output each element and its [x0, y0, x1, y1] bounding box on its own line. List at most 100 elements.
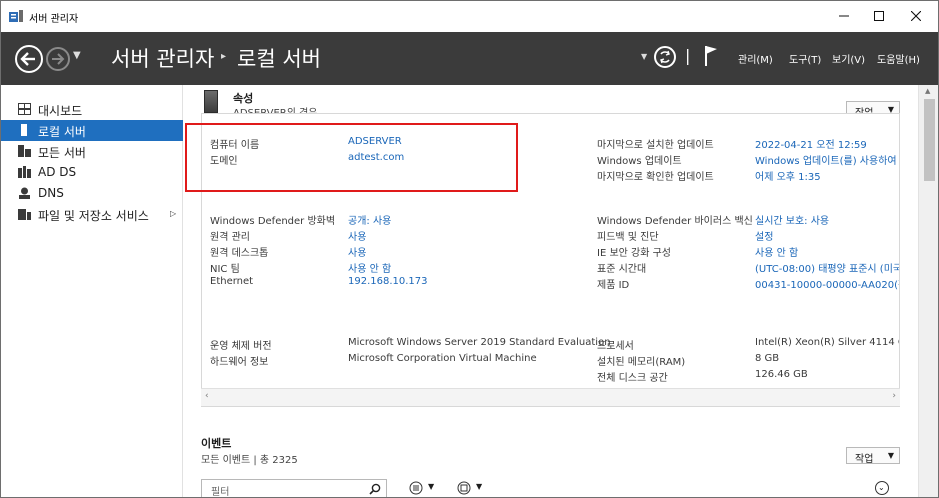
- arrow-right-icon: [52, 53, 65, 65]
- prop-label: 운영 체제 버전: [210, 341, 272, 352]
- server-properties-icon: [204, 90, 218, 113]
- chevron-down-icon: ▼: [887, 451, 894, 460]
- time-zone-link[interactable]: (UTC-08:00) 태평양 표준시 (미국과: [755, 260, 899, 275]
- menu-tools[interactable]: 도구(T): [789, 51, 821, 66]
- prop-label: 원격 데스크톱: [210, 248, 269, 259]
- last-checked-update-link[interactable]: 어제 오후 1:35: [755, 168, 821, 183]
- prop-label: 설치된 메모리(RAM): [597, 357, 686, 368]
- sidebar-item-file-storage[interactable]: 파일 및 저장소 서비스 ▷: [1, 204, 183, 225]
- header-bar: ▼ 서버 관리자 ▸ 로컬 서버 ▼ | 관리(M) 도구(T) 보기(V) 도…: [1, 32, 938, 85]
- os-version-value: Microsoft Windows Server 2019 Standard E…: [348, 337, 611, 348]
- minimize-button[interactable]: [829, 5, 859, 27]
- breadcrumb-separator-icon: ▸: [221, 51, 227, 62]
- filter-placeholder: 필터: [211, 487, 230, 498]
- menu-help[interactable]: 도움말(H): [877, 51, 920, 66]
- prop-label: Windows 업데이트: [597, 156, 682, 167]
- sidebar-item-label: 로컬 서버: [38, 125, 86, 139]
- local-server-icon: [21, 124, 27, 136]
- last-installed-update-link[interactable]: 2022-04-21 오전 12:59: [755, 136, 867, 151]
- ethernet-link[interactable]: 192.168.10.173: [348, 276, 428, 287]
- processor-value: Intel(R) Xeon(R) Silver 4114 CPU: [755, 337, 899, 348]
- back-button[interactable]: [15, 45, 43, 73]
- prop-label: 프로세서: [597, 341, 634, 352]
- scroll-right-icon[interactable]: ›: [892, 391, 896, 401]
- menu-view[interactable]: 보기(V): [832, 51, 865, 66]
- refresh-icon: [660, 50, 670, 64]
- prop-label: Ethernet: [210, 276, 254, 287]
- maximize-button[interactable]: [864, 5, 894, 27]
- events-subtitle: 모든 이벤트 | 총 2325: [201, 455, 298, 466]
- horizontal-scrollbar[interactable]: ‹ ›: [201, 388, 900, 406]
- refresh-dropdown-icon[interactable]: ▼: [641, 52, 647, 61]
- header-divider: |: [685, 46, 691, 65]
- prop-label: 표준 시간대: [597, 264, 647, 275]
- expand-chevron-icon[interactable]: ▷: [170, 209, 176, 218]
- events-tasks-button[interactable]: 작업 ▼: [846, 447, 900, 465]
- highlight-annotation-box: [185, 123, 518, 192]
- sidebar-item-label: AD DS: [38, 165, 77, 179]
- minimize-icon: [839, 15, 849, 17]
- prop-label: 마지막으로 설치한 업데이트: [597, 140, 714, 151]
- dashboard-icon: [18, 103, 31, 115]
- filter-options-button[interactable]: ▼: [409, 481, 441, 496]
- prop-label: 피드백 및 진단: [597, 232, 659, 243]
- sidebar-item-dashboard[interactable]: 대시보드: [1, 99, 183, 120]
- prop-label: 마지막으로 확인한 업데이트: [597, 172, 714, 183]
- prop-label: 제품 ID: [597, 280, 630, 291]
- title-bar: 서버 관리자: [1, 1, 938, 32]
- sidebar-item-local-server[interactable]: 로컬 서버: [1, 120, 183, 141]
- arrow-left-icon: [20, 52, 35, 66]
- server-manager-window: 서버 관리자 ▼ 서버 관리자 ▸ 로컬 서버 ▼ | 관리(M) 도구(T) …: [0, 0, 939, 498]
- sidebar-item-ad-ds[interactable]: AD DS: [1, 162, 183, 183]
- prop-label: NIC 팀: [210, 264, 240, 275]
- product-id-link[interactable]: 00431-10000-00000-AA020(활성화: [755, 276, 899, 291]
- scroll-left-icon[interactable]: ‹: [205, 391, 209, 401]
- dns-icon: [19, 187, 30, 199]
- refresh-button[interactable]: [654, 46, 676, 68]
- file-storage-icon: [18, 209, 31, 220]
- remote-management-link[interactable]: 사용: [348, 228, 366, 243]
- forward-button[interactable]: [46, 47, 70, 71]
- collapse-events-button[interactable]: ⌄: [875, 481, 889, 495]
- maximize-icon: [874, 11, 884, 21]
- sidebar-item-all-servers[interactable]: 모든 서버: [1, 141, 183, 162]
- sidebar-item-dns[interactable]: DNS: [1, 183, 183, 204]
- ie-esc-link[interactable]: 사용 안 함: [755, 244, 798, 259]
- list-options-icon: [409, 481, 423, 495]
- events-filter-input[interactable]: 필터: [201, 479, 387, 498]
- antivirus-link[interactable]: 실시간 보호: 사용: [755, 212, 829, 227]
- server-manager-app-icon: [9, 10, 23, 22]
- search-icon[interactable]: [369, 483, 381, 495]
- hardware-info-value: Microsoft Corporation Virtual Machine: [348, 353, 537, 364]
- save-query-button[interactable]: ▼: [457, 481, 489, 496]
- notifications-flag-icon[interactable]: [704, 45, 718, 67]
- breadcrumb-current: 로컬 서버: [237, 47, 321, 71]
- prop-label: Windows Defender 방화벽: [210, 216, 336, 227]
- breadcrumb-root[interactable]: 서버 관리자: [111, 43, 214, 73]
- menu-manage[interactable]: 관리(M): [738, 51, 773, 66]
- sidebar-item-label: 파일 및 저장소 서비스: [38, 209, 149, 223]
- prop-label: IE 보안 강화 구성: [597, 248, 672, 259]
- history-dropdown-icon[interactable]: ▼: [73, 50, 81, 61]
- firewall-link[interactable]: 공개: 사용: [348, 212, 391, 227]
- scroll-up-icon[interactable]: ▲: [925, 87, 930, 95]
- sidebar-item-label: DNS: [38, 186, 64, 200]
- feedback-link[interactable]: 설정: [755, 228, 773, 243]
- chevron-down-icon: ⌄: [878, 483, 885, 492]
- events-title: 이벤트: [201, 437, 232, 450]
- vertical-scroll-thumb[interactable]: [924, 99, 935, 181]
- windows-update-link[interactable]: Windows 업데이트(를) 사용하여: [755, 152, 897, 167]
- window-title: 서버 관리자: [29, 14, 79, 25]
- nic-teaming-link[interactable]: 사용 안 함: [348, 260, 391, 275]
- sidebar-item-label: 모든 서버: [38, 146, 86, 160]
- vertical-scrollbar[interactable]: ▲: [918, 85, 938, 497]
- sidebar: 대시보드 로컬 서버 모든 서버 AD DS DNS 파일 및 저장소 서비스 …: [1, 85, 183, 497]
- remote-desktop-link[interactable]: 사용: [348, 244, 366, 259]
- chevron-down-icon: ▼: [428, 482, 435, 491]
- sidebar-item-label: 대시보드: [38, 104, 83, 118]
- chevron-down-icon: ▼: [476, 482, 483, 491]
- close-button[interactable]: [901, 5, 931, 27]
- close-icon: [910, 10, 922, 22]
- disk-space-value: 126.46 GB: [755, 369, 808, 380]
- prop-label: 하드웨어 정보: [210, 357, 269, 368]
